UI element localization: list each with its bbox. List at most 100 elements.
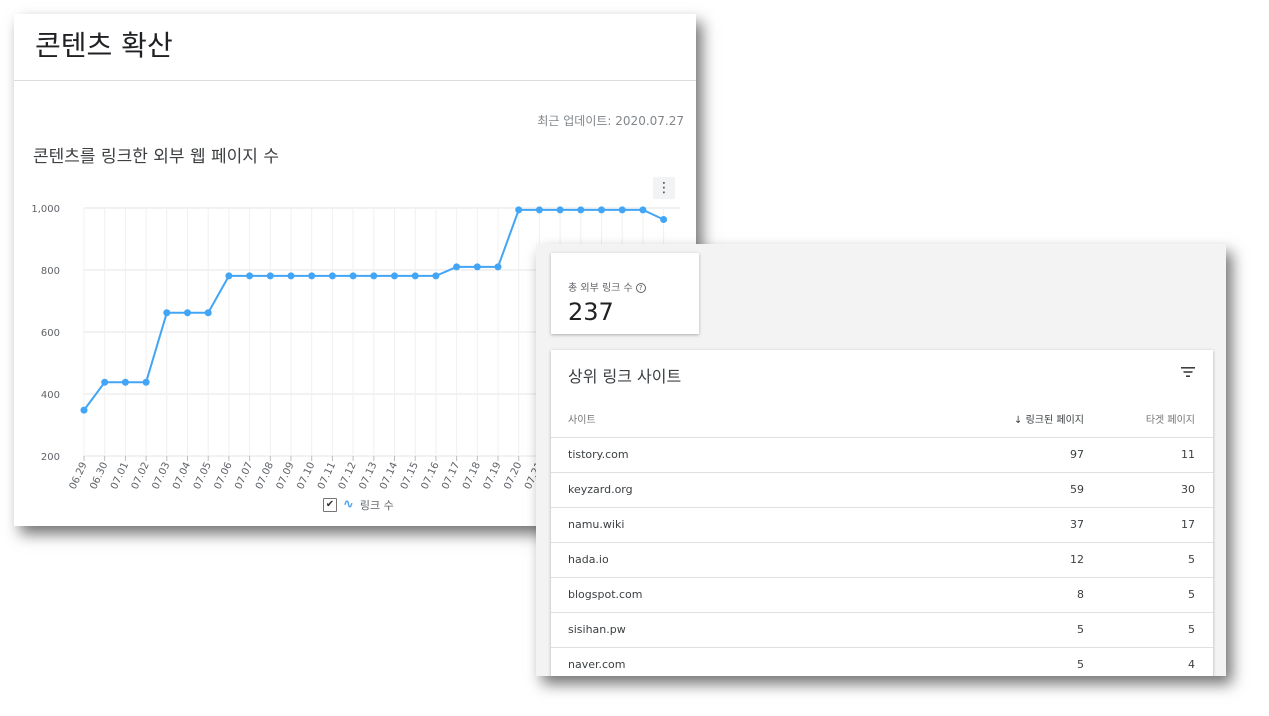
- x-tick-label: 07.09: [275, 461, 297, 492]
- table-row[interactable]: sisihan.pw 5 5: [551, 612, 1213, 648]
- x-tick-label: 07.15: [399, 461, 421, 492]
- links-panel: 총 외부 링크 수? 237 상위 링크 사이트 사이트 ↓ 링크된 페이지 타…: [536, 244, 1226, 676]
- table-row[interactable]: namu.wiki 37 17: [551, 507, 1213, 543]
- table-row[interactable]: naver.com 5 4: [551, 647, 1213, 676]
- x-tick-label: 07.20: [502, 461, 524, 492]
- data-point: [411, 272, 419, 280]
- y-tick-label: 200: [41, 452, 60, 463]
- table-row[interactable]: tistory.com 97 11: [551, 437, 1213, 473]
- data-point: [660, 215, 668, 223]
- target-pages-cell: 5: [1188, 623, 1195, 636]
- data-point: [80, 406, 88, 414]
- linking-pages-cell: 97: [1070, 448, 1084, 461]
- sort-arrow-down-icon: ↓: [1014, 415, 1023, 426]
- x-tick-label: 07.11: [316, 461, 338, 492]
- data-point: [328, 272, 336, 280]
- top-sites-title: 상위 링크 사이트: [568, 367, 682, 386]
- data-point: [618, 206, 626, 214]
- x-tick-label: 07.07: [233, 461, 255, 492]
- data-point: [266, 272, 274, 280]
- data-point: [453, 263, 461, 271]
- x-tick-label: 07.17: [440, 461, 462, 492]
- x-tick-label: 07.05: [192, 461, 214, 492]
- total-links-value: 237: [568, 298, 614, 326]
- data-point: [349, 272, 357, 280]
- site-cell: naver.com: [568, 658, 626, 671]
- legend-label: 링크 수: [359, 499, 394, 512]
- target-pages-cell: 17: [1181, 518, 1195, 531]
- top-sites-card: 상위 링크 사이트 사이트 ↓ 링크된 페이지 타겟 페이지 tistory.c…: [551, 350, 1213, 676]
- data-point: [308, 272, 316, 280]
- data-point: [639, 206, 647, 214]
- x-tick-label: 07.19: [482, 461, 504, 492]
- data-point: [101, 378, 109, 386]
- x-tick-label: 06.29: [68, 461, 90, 492]
- x-tick-label: 07.08: [254, 461, 276, 492]
- x-tick-label: 07.13: [357, 461, 379, 492]
- data-point: [121, 378, 129, 386]
- target-pages-cell: 5: [1188, 588, 1195, 601]
- legend-checkbox[interactable]: ✔: [323, 498, 337, 512]
- x-tick-label: 07.16: [420, 461, 442, 492]
- site-cell: hada.io: [568, 553, 609, 566]
- target-pages-cell: 11: [1181, 448, 1195, 461]
- target-pages-cell: 5: [1188, 553, 1195, 566]
- x-tick-label: 07.02: [130, 461, 152, 492]
- target-pages-cell: 30: [1181, 483, 1195, 496]
- x-tick-label: 07.12: [337, 461, 359, 492]
- data-point: [473, 263, 481, 271]
- data-point: [246, 272, 254, 280]
- data-point: [370, 272, 378, 280]
- chart-legend[interactable]: ✔ ∿ 링크 수: [323, 498, 394, 512]
- total-links-label: 총 외부 링크 수?: [568, 279, 646, 294]
- x-tick-label: 07.04: [171, 461, 193, 492]
- filter-icon[interactable]: [1181, 366, 1195, 378]
- x-tick-label: 07.06: [213, 461, 235, 492]
- site-cell: keyzard.org: [568, 483, 633, 496]
- data-point: [225, 272, 233, 280]
- data-point: [287, 272, 295, 280]
- x-tick-label: 07.01: [109, 461, 131, 492]
- table-row[interactable]: keyzard.org 59 30: [551, 472, 1213, 508]
- site-cell: tistory.com: [568, 448, 629, 461]
- data-point: [391, 272, 398, 280]
- y-tick-label: 400: [41, 390, 60, 401]
- data-point: [515, 206, 523, 214]
- x-tick-label: 07.10: [295, 461, 317, 492]
- linking-pages-cell: 37: [1070, 518, 1084, 531]
- data-point: [204, 309, 212, 317]
- data-point: [535, 206, 543, 214]
- column-header-linking-text: 링크된 페이지: [1025, 415, 1084, 426]
- x-tick-label: 07.14: [378, 461, 400, 492]
- help-icon[interactable]: ?: [635, 283, 646, 293]
- table-row[interactable]: blogspot.com 8 5: [551, 577, 1213, 613]
- column-header-linking-pages[interactable]: ↓ 링크된 페이지: [1014, 411, 1084, 426]
- column-header-target-pages[interactable]: 타겟 페이지: [1146, 411, 1195, 426]
- y-tick-label: 1,000: [31, 204, 60, 215]
- data-point: [432, 272, 440, 280]
- x-tick-label: 07.18: [461, 461, 483, 492]
- column-header-site[interactable]: 사이트: [568, 411, 596, 426]
- data-point: [494, 263, 502, 271]
- data-point: [142, 378, 150, 386]
- x-tick-label: 07.03: [150, 461, 172, 492]
- linking-pages-cell: 5: [1077, 623, 1084, 636]
- linking-pages-cell: 5: [1077, 658, 1084, 671]
- data-point: [556, 206, 564, 214]
- linking-pages-cell: 12: [1070, 553, 1084, 566]
- y-tick-label: 600: [41, 328, 60, 339]
- y-tick-label: 800: [41, 266, 60, 277]
- data-point: [184, 309, 191, 317]
- site-cell: sisihan.pw: [568, 623, 626, 636]
- table-row[interactable]: hada.io 12 5: [551, 542, 1213, 578]
- data-point: [163, 309, 171, 317]
- linking-pages-cell: 59: [1070, 483, 1084, 496]
- x-tick-label: 06.30: [88, 461, 110, 492]
- site-cell: namu.wiki: [568, 518, 625, 531]
- target-pages-cell: 4: [1188, 658, 1195, 671]
- linking-pages-cell: 8: [1077, 588, 1084, 601]
- total-links-card: 총 외부 링크 수? 237: [551, 253, 699, 334]
- data-point: [598, 206, 605, 214]
- data-point: [577, 206, 585, 214]
- site-cell: blogspot.com: [568, 588, 643, 601]
